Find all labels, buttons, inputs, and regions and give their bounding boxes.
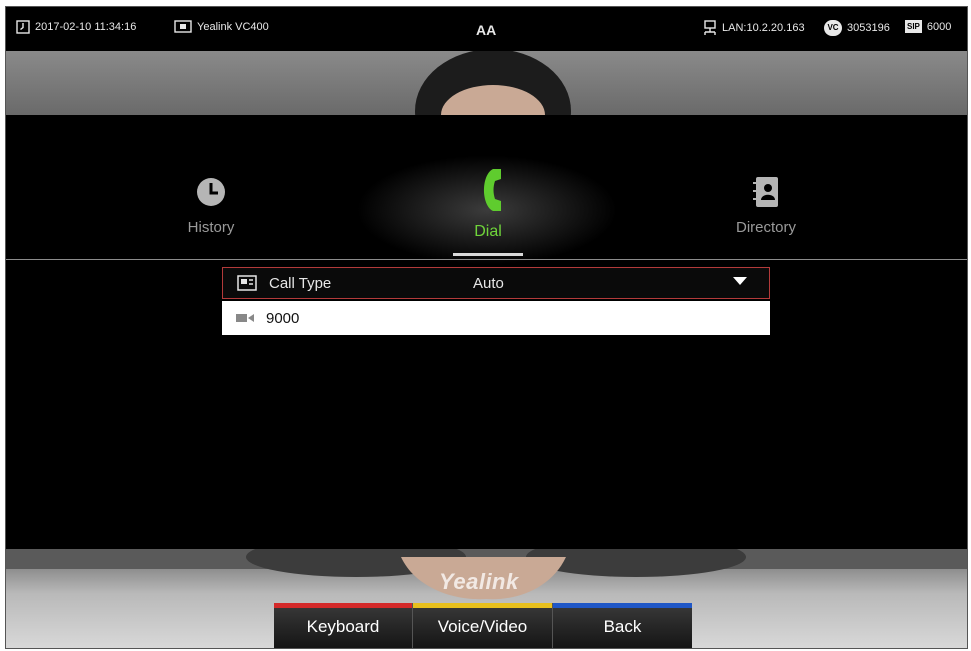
yellow-key-indicator — [413, 603, 552, 608]
sip-account: 6000 — [926, 20, 952, 33]
red-key-indicator — [274, 603, 412, 608]
person-head-image — [415, 51, 571, 115]
call-type-label: Call Type — [269, 275, 332, 292]
device-icon — [174, 20, 192, 33]
sip-account-item: SIP 6000 — [905, 20, 951, 33]
network-icon — [704, 20, 716, 35]
keyboard-button[interactable]: Keyboard — [274, 603, 413, 648]
dial-number-input[interactable]: 9000 — [222, 301, 770, 335]
device-item: Yealink VC400 — [174, 20, 269, 33]
address-book-icon — [753, 177, 778, 207]
dial-number-value: 9000 — [266, 310, 300, 327]
center-glyph: AA — [476, 22, 497, 38]
softkey-bar: Keyboard Voice/Video Back — [274, 603, 692, 648]
tab-directory-label: Directory — [735, 219, 796, 236]
tab-dial-label: Dial — [474, 223, 502, 240]
datetime-item: 2017-02-10 11:34:16 — [16, 20, 136, 34]
lan-item: LAN:10.2.20.163 — [703, 20, 805, 36]
center-indicator: AA — [476, 22, 496, 38]
vc400-screen: 2017-02-10 11:34:16 Yealink VC400 AA LAN… — [5, 6, 968, 649]
back-label: Back — [603, 617, 642, 636]
sip-badge-icon: SIP — [905, 20, 922, 33]
device-name: Yealink VC400 — [197, 20, 269, 33]
keyboard-label: Keyboard — [306, 617, 380, 636]
tab-divider — [6, 259, 967, 260]
call-type-select[interactable]: Call Type Auto — [222, 267, 770, 299]
vc-badge-icon: VC — [824, 20, 842, 36]
video-camera-icon — [236, 314, 254, 322]
blue-key-indicator — [553, 603, 692, 608]
tab-history-label: History — [187, 219, 235, 236]
datetime-text: 2017-02-10 11:34:16 — [35, 21, 137, 33]
status-bar: 2017-02-10 11:34:16 Yealink VC400 AA LAN… — [6, 7, 967, 51]
phone-handset-icon — [484, 169, 501, 211]
tab-history[interactable]: History — [176, 175, 246, 236]
back-button[interactable]: Back — [553, 603, 692, 648]
clock-icon — [197, 178, 225, 206]
lan-address: LAN:10.2.20.163 — [722, 22, 805, 34]
vc-account-item: VC 3053196 — [824, 20, 890, 36]
tab-directory[interactable]: Directory — [726, 175, 806, 236]
voice-video-button[interactable]: Voice/Video — [413, 603, 553, 648]
dial-menu-panel: History Dial Directory Call Type Auto 90… — [6, 115, 967, 549]
brand-logo: Yealink — [439, 569, 519, 594]
camera-view-top — [6, 51, 967, 115]
call-type-value: Auto — [473, 275, 504, 292]
chevron-down-icon[interactable] — [733, 277, 747, 285]
active-tab-underline — [453, 253, 523, 256]
tab-dial[interactable]: Dial — [458, 167, 518, 241]
voice-video-label: Voice/Video — [437, 617, 528, 636]
call-type-icon — [237, 275, 257, 291]
vc-account: 3053196 — [847, 22, 890, 34]
clock-square-icon — [16, 20, 30, 34]
